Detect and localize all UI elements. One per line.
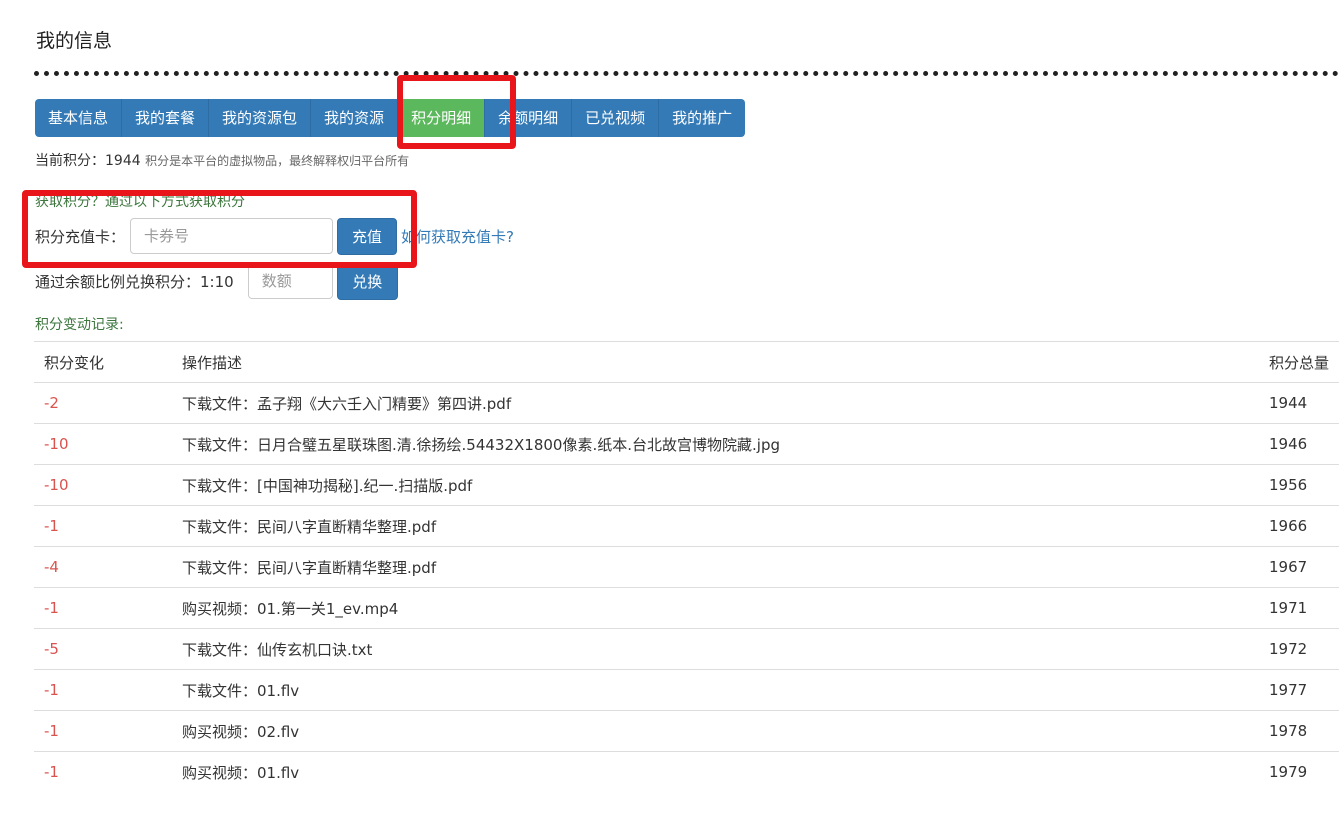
current-points-value: 1944: [105, 153, 141, 169]
tab-redeemed-videos[interactable]: 已兑视频: [572, 99, 660, 137]
current-points: 当前积分：1944 积分是本平台的虚拟物品，最终解释权归平台所有: [35, 150, 409, 170]
row-total: 1967: [1258, 546, 1339, 588]
row-change: -10: [34, 423, 172, 465]
table-header-row: 积分变化 操作描述 积分总量: [34, 341, 1339, 383]
exchange-label-text: 通过余额比例兑换积分：: [35, 272, 201, 291]
header-change: 积分变化: [34, 341, 172, 383]
row-total: 1978: [1258, 710, 1339, 752]
row-total: 1979: [1258, 751, 1339, 793]
row-desc: 下载文件：民间八字直断精华整理.pdf: [172, 505, 1259, 547]
row-change: -4: [34, 546, 172, 588]
tab-my-plan[interactable]: 我的套餐: [122, 99, 210, 137]
current-points-label: 当前积分：: [35, 153, 105, 169]
table-row: -10 下载文件：[中国神功揭秘].纪一.扫描版.pdf 1956: [34, 464, 1339, 506]
tab-bar: 基本信息 我的套餐 我的资源包 我的资源 积分明细 余额明细 已兑视频 我的推广: [35, 99, 746, 137]
dashed-divider: [34, 71, 1339, 76]
row-change: -1: [34, 669, 172, 711]
table-row: -4 下载文件：民间八字直断精华整理.pdf 1967: [34, 546, 1339, 588]
tab-my-promotion[interactable]: 我的推广: [659, 99, 746, 137]
how-to-get-card-link[interactable]: 如何获取充值卡?: [401, 226, 514, 247]
highlight-box-points-tab: [397, 75, 516, 149]
row-desc: 购买视频：01.flv: [172, 751, 1259, 793]
header-total: 积分总量: [1258, 341, 1339, 383]
highlight-box-recharge: [22, 190, 417, 268]
row-desc: 下载文件：[中国神功揭秘].纪一.扫描版.pdf: [172, 464, 1259, 506]
row-desc: 下载文件：日月合璧五星联珠图.清.徐扬绘.54432X1800像素.纸本.台北故…: [172, 423, 1259, 465]
row-total: 1972: [1258, 628, 1339, 670]
row-change: -10: [34, 464, 172, 506]
points-log-table: 积分变化 操作描述 积分总量 -2 下载文件：孟子翔《大六壬入门精要》第四讲.p…: [34, 341, 1339, 793]
exchange-ratio: 1:10: [200, 272, 234, 291]
amount-input[interactable]: 数额: [247, 263, 333, 299]
row-desc: 购买视频：01.第一关1_ev.mp4: [172, 587, 1259, 629]
row-total: 1971: [1258, 587, 1339, 629]
exchange-button[interactable]: 兑换: [336, 262, 398, 300]
row-desc: 购买视频：02.flv: [172, 710, 1259, 752]
points-note: 积分是本平台的虚拟物品，最终解释权归平台所有: [145, 154, 410, 168]
table-row: -1 下载文件：01.flv 1977: [34, 669, 1339, 711]
row-total: 1944: [1258, 382, 1339, 424]
table-row: -5 下载文件：仙传玄机口诀.txt 1972: [34, 628, 1339, 670]
row-total: 1956: [1258, 464, 1339, 506]
row-desc: 下载文件：01.flv: [172, 669, 1259, 711]
table-row: -1 下载文件：民间八字直断精华整理.pdf 1966: [34, 505, 1339, 547]
exchange-label: 通过余额比例兑换积分：1:10: [35, 271, 234, 292]
page-title: 我的信息: [36, 30, 113, 52]
table-row: -1 购买视频：01.flv 1979: [34, 751, 1339, 793]
tab-my-resource-pack[interactable]: 我的资源包: [209, 99, 312, 137]
table-row: -2 下载文件：孟子翔《大六壬入门精要》第四讲.pdf 1944: [34, 382, 1339, 424]
row-desc: 下载文件：民间八字直断精华整理.pdf: [172, 546, 1259, 588]
row-change: -5: [34, 628, 172, 670]
row-change: -1: [34, 505, 172, 547]
tab-my-resources[interactable]: 我的资源: [311, 99, 399, 137]
row-total: 1977: [1258, 669, 1339, 711]
header-desc: 操作描述: [172, 341, 1259, 383]
row-total: 1966: [1258, 505, 1339, 547]
table-row: -10 下载文件：日月合璧五星联珠图.清.徐扬绘.54432X1800像素.纸本…: [34, 423, 1339, 465]
row-total: 1946: [1258, 423, 1339, 465]
row-change: -2: [34, 382, 172, 424]
table-row: -1 购买视频：02.flv 1978: [34, 710, 1339, 752]
row-change: -1: [34, 710, 172, 752]
row-change: -1: [34, 587, 172, 629]
row-desc: 下载文件：仙传玄机口诀.txt: [172, 628, 1259, 670]
points-log-title: 积分变动记录:: [35, 317, 124, 333]
table-row: -1 购买视频：01.第一关1_ev.mp4 1971: [34, 587, 1339, 629]
row-change: -1: [34, 751, 172, 793]
row-desc: 下载文件：孟子翔《大六壬入门精要》第四讲.pdf: [172, 382, 1259, 424]
tab-basic-info[interactable]: 基本信息: [35, 99, 123, 137]
